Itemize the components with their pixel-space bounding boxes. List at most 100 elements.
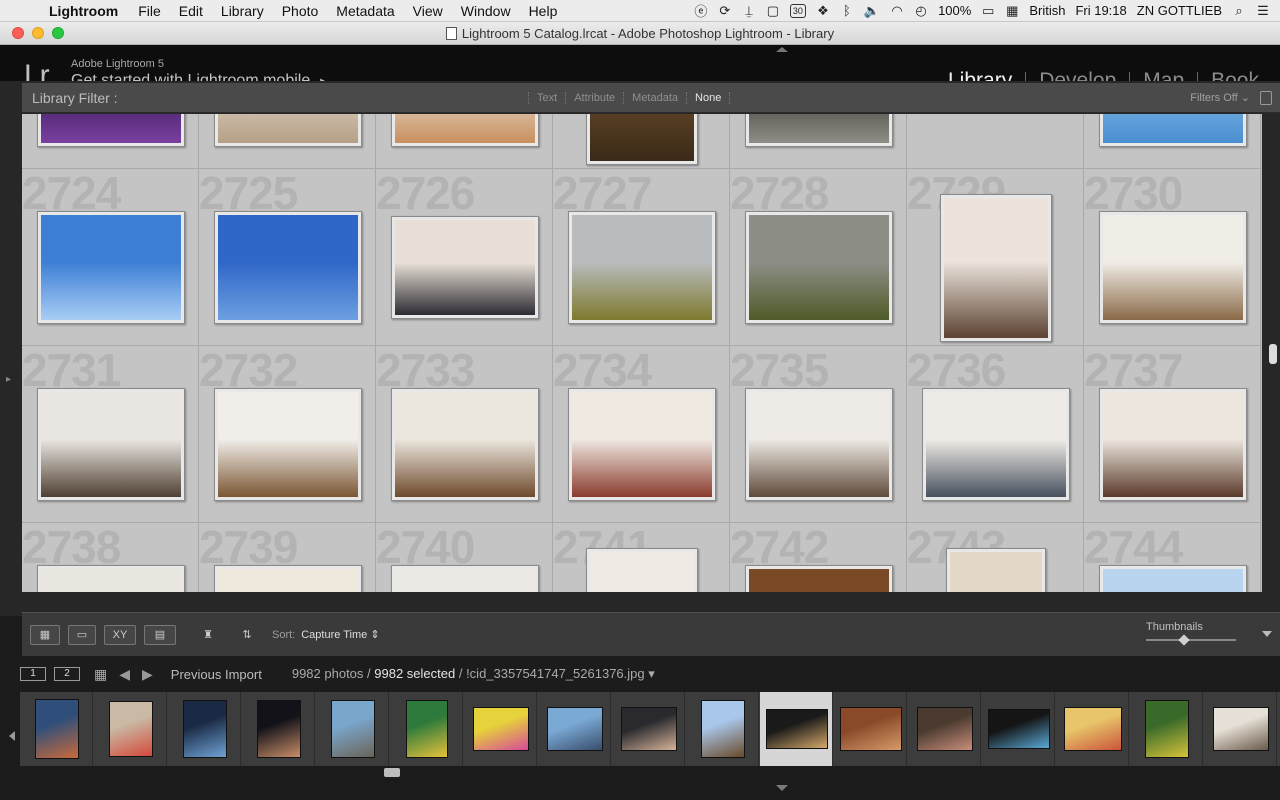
filmstrip-cell[interactable]: [686, 692, 759, 766]
filmstrip-cell[interactable]: [538, 692, 611, 766]
grid-view-icon[interactable]: ▦: [30, 624, 60, 645]
filmstrip-thumbnail[interactable]: [472, 707, 529, 751]
sync-icon[interactable]: ⟳: [718, 3, 732, 19]
filmstrip-thumbnail[interactable]: [108, 701, 153, 757]
photo-thumbnail[interactable]: [36, 114, 185, 147]
main-screen-button[interactable]: 1: [20, 667, 46, 681]
grid-cell[interactable]: 2742: [730, 523, 907, 592]
grid-cell[interactable]: 2743: [907, 523, 1084, 592]
photo-thumbnail[interactable]: [585, 547, 698, 592]
grid-cell[interactable]: [1084, 114, 1261, 169]
toolbar-menu-icon[interactable]: [1262, 631, 1272, 637]
menu-app[interactable]: Lightroom: [40, 3, 129, 19]
photo-thumbnail[interactable]: [36, 565, 185, 592]
forward-arrow-icon[interactable]: ▶: [142, 666, 153, 683]
grid-cell[interactable]: [199, 114, 376, 169]
filter-preset-dropdown[interactable]: Filters Off ⌄: [1190, 91, 1250, 104]
grid-cell[interactable]: 2726: [376, 169, 553, 346]
grid-cell[interactable]: 2728: [730, 169, 907, 346]
menu-library[interactable]: Library: [212, 3, 273, 19]
clock[interactable]: Fri 19:18: [1075, 3, 1126, 18]
photo-thumbnail[interactable]: [390, 114, 539, 147]
filmstrip-cell[interactable]: [20, 692, 93, 766]
filmstrip-thumbnail[interactable]: [546, 707, 603, 751]
loupe-view-icon[interactable]: ▭: [68, 624, 96, 645]
grid-cell[interactable]: 2741: [553, 523, 730, 592]
flag-icon[interactable]: ▦: [1005, 3, 1019, 19]
filter-text[interactable]: Text: [528, 91, 565, 104]
photo-thumbnail[interactable]: [945, 547, 1046, 592]
filmstrip-scrollbar[interactable]: [384, 768, 400, 777]
filmstrip-thumbnail[interactable]: [765, 709, 828, 749]
filmstrip-cell[interactable]: [1204, 692, 1277, 766]
filmstrip-thumbnail[interactable]: [916, 707, 973, 751]
filter-none[interactable]: None: [686, 91, 731, 104]
filmstrip-cell[interactable]: [834, 692, 907, 766]
photo-thumbnail[interactable]: [744, 211, 893, 324]
thumbnail-grid[interactable]: 272427252726 2727272827292730 273127322733…: [22, 114, 1262, 592]
photo-thumbnail[interactable]: [390, 388, 539, 501]
grid-cell[interactable]: 2724: [22, 169, 199, 346]
photo-thumbnail[interactable]: [1098, 114, 1247, 147]
photo-thumbnail[interactable]: [36, 388, 185, 501]
thumbnail-size-slider[interactable]: [1146, 634, 1236, 646]
menu-metadata[interactable]: Metadata: [327, 3, 403, 19]
photo-thumbnail[interactable]: [36, 211, 185, 324]
photo-thumbnail[interactable]: [939, 193, 1052, 342]
photo-count[interactable]: 9982 photos / 9982 selected / !cid_33575…: [292, 666, 655, 682]
grid-cell[interactable]: 2737: [1084, 346, 1261, 523]
filter-attribute[interactable]: Attribute: [565, 91, 623, 104]
photo-thumbnail[interactable]: [1098, 211, 1247, 324]
input-source[interactable]: British: [1029, 3, 1065, 18]
window-icon[interactable]: ▢: [766, 3, 780, 19]
photo-thumbnail[interactable]: [1098, 565, 1247, 592]
photo-thumbnail[interactable]: [390, 565, 539, 592]
menu-photo[interactable]: Photo: [273, 3, 328, 19]
sort-direction-icon[interactable]: ⇅: [232, 625, 262, 645]
grid-cell[interactable]: 2725: [199, 169, 376, 346]
expand-left-panel-icon[interactable]: ▸: [6, 374, 11, 385]
grid-cell[interactable]: 2733: [376, 346, 553, 523]
filmstrip-thumbnail[interactable]: [256, 700, 301, 758]
grid-cell[interactable]: 2732: [199, 346, 376, 523]
wifi-icon[interactable]: ◠: [890, 3, 904, 19]
photo-thumbnail[interactable]: [744, 388, 893, 501]
grid-cell[interactable]: [730, 114, 907, 169]
teamviewer-icon[interactable]: ⓔ: [694, 1, 708, 20]
photo-thumbnail[interactable]: [744, 114, 893, 147]
photo-thumbnail[interactable]: [213, 114, 362, 147]
second-screen-button[interactable]: 2: [54, 667, 80, 681]
filmstrip-thumbnail[interactable]: [182, 700, 227, 758]
filmstrip[interactable]: [20, 692, 1280, 766]
photo-thumbnail[interactable]: [1098, 388, 1247, 501]
photo-thumbnail[interactable]: [213, 211, 362, 324]
grid-cell[interactable]: 2736: [907, 346, 1084, 523]
grid-cell[interactable]: 2744: [1084, 523, 1261, 592]
grid-cell[interactable]: [376, 114, 553, 169]
filmstrip-thumbnail[interactable]: [34, 699, 79, 759]
filter-metadata[interactable]: Metadata: [623, 91, 686, 104]
filmstrip-thumbnail[interactable]: [405, 700, 448, 758]
photo-thumbnail[interactable]: [213, 388, 362, 501]
photo-thumbnail[interactable]: [213, 565, 362, 592]
grid-cell[interactable]: [907, 114, 1084, 169]
grid-cell[interactable]: 2738: [22, 523, 199, 592]
filmstrip-thumbnail[interactable]: [1144, 700, 1189, 758]
filmstrip-cell[interactable]: [908, 692, 981, 766]
filmstrip-thumbnail[interactable]: [620, 707, 677, 751]
menu-file[interactable]: File: [129, 3, 170, 19]
notification-center-icon[interactable]: ☰: [1256, 3, 1270, 19]
filmstrip-scroll-left-icon[interactable]: [9, 731, 15, 741]
dropbox-icon[interactable]: ❖: [816, 3, 830, 19]
grid-cell[interactable]: 2735: [730, 346, 907, 523]
filmstrip-cell[interactable]: [242, 692, 315, 766]
grid-cell[interactable]: 2731: [22, 346, 199, 523]
filmstrip-cell[interactable]: [1056, 692, 1129, 766]
collapse-bottom-panel-icon[interactable]: [776, 785, 788, 791]
grid-cell[interactable]: 2729: [907, 169, 1084, 346]
photo-thumbnail[interactable]: [744, 565, 893, 592]
filmstrip-thumbnail[interactable]: [1212, 707, 1269, 751]
grid-cell[interactable]: 2730: [1084, 169, 1261, 346]
filmstrip-cell[interactable]: [982, 692, 1055, 766]
grid-cell[interactable]: 2739: [199, 523, 376, 592]
